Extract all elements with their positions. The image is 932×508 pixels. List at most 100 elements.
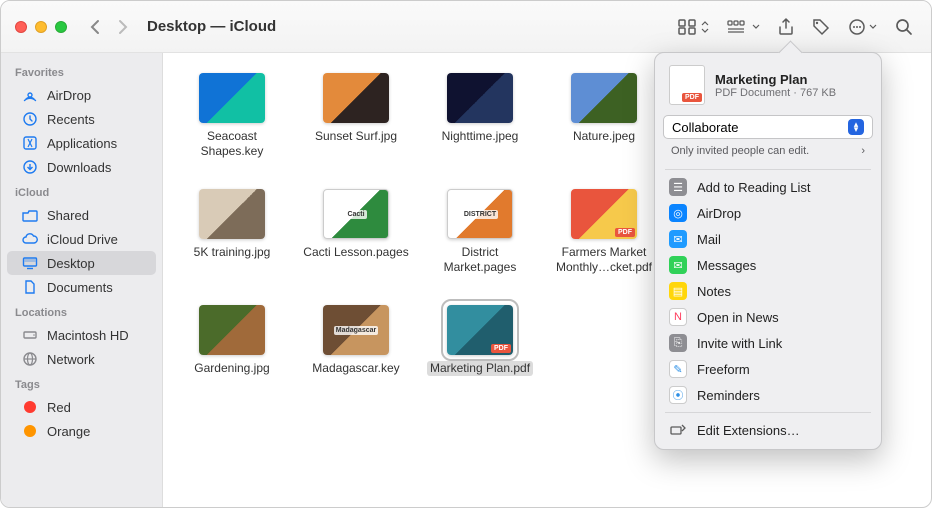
- share-app-icon: ⎘: [669, 334, 687, 352]
- tags-button[interactable]: [812, 18, 830, 36]
- file-name: Nature.jpeg: [573, 129, 635, 144]
- share-app-icon: ⦿: [669, 386, 687, 404]
- file-thumbnail: [571, 73, 637, 123]
- pdf-badge-icon: PDF: [615, 228, 635, 237]
- desktop-icon: [21, 254, 39, 272]
- more-button[interactable]: [848, 18, 877, 36]
- edit-extensions-item[interactable]: Edit Extensions…: [655, 417, 881, 443]
- tag-icon: [21, 398, 39, 416]
- sidebar-item-desktop[interactable]: Desktop: [7, 251, 156, 275]
- file-name: Sunset Surf.jpg: [315, 129, 397, 144]
- file-item[interactable]: DISTRICTDistrict Market.pages: [421, 189, 539, 275]
- file-name: Farmers Market Monthly…cket.pdf: [549, 245, 659, 275]
- divider: [665, 412, 871, 413]
- sidebar-item-recents[interactable]: Recents: [7, 107, 156, 131]
- share-target-mail[interactable]: ✉Mail: [655, 226, 881, 252]
- share-target-label: Notes: [697, 284, 731, 299]
- file-item[interactable]: Nature.jpeg: [545, 73, 663, 159]
- file-item[interactable]: Nighttime.jpeg: [421, 73, 539, 159]
- sidebar-item-icloud-drive[interactable]: iCloud Drive: [7, 227, 156, 251]
- nav-back-button[interactable]: [81, 15, 109, 39]
- share-app-icon: N: [669, 308, 687, 326]
- sidebar-item-label: Macintosh HD: [47, 328, 129, 343]
- permission-row[interactable]: Only invited people can edit. ›: [655, 139, 881, 165]
- sidebar-item-label: Downloads: [47, 160, 111, 175]
- sidebar-item-orange[interactable]: Orange: [7, 419, 156, 443]
- file-thumbnail: PDF: [571, 189, 637, 239]
- sidebar-item-documents[interactable]: Documents: [7, 275, 156, 299]
- share-target-add-to-reading-list[interactable]: ☰Add to Reading List: [655, 174, 881, 200]
- file-item[interactable]: Sunset Surf.jpg: [297, 73, 415, 159]
- maximize-button[interactable]: [55, 21, 67, 33]
- file-thumbnail: Madagascar: [323, 305, 389, 355]
- search-button[interactable]: [895, 18, 913, 36]
- sidebar-item-downloads[interactable]: Downloads: [7, 155, 156, 179]
- share-target-label: Open in News: [697, 310, 779, 325]
- file-item[interactable]: 5K training.jpg: [173, 189, 291, 275]
- share-target-label: Reminders: [697, 388, 760, 403]
- share-target-invite-with-link[interactable]: ⎘Invite with Link: [655, 330, 881, 356]
- share-app-icon: ◎: [669, 204, 687, 222]
- collaborate-select[interactable]: Collaborate ▴▾: [663, 115, 873, 139]
- file-item[interactable]: PDFMarketing Plan.pdf: [421, 305, 539, 376]
- cloud-icon: [21, 230, 39, 248]
- file-name: Seacoast Shapes.key: [177, 129, 287, 159]
- share-target-messages[interactable]: ✉Messages: [655, 252, 881, 278]
- airdrop-icon: [21, 86, 39, 104]
- app-icon: [21, 134, 39, 152]
- share-app-icon: ✉: [669, 256, 687, 274]
- sidebar-item-label: AirDrop: [47, 88, 91, 103]
- collaborate-label: Collaborate: [672, 120, 739, 135]
- traffic-lights: [1, 21, 81, 33]
- share-target-airdrop[interactable]: ◎ AirDrop: [655, 200, 881, 226]
- close-button[interactable]: [15, 21, 27, 33]
- sidebar-section-header: Favorites: [1, 59, 162, 83]
- group-button[interactable]: [727, 19, 760, 35]
- sidebar-item-shared[interactable]: Shared: [7, 203, 156, 227]
- file-thumbnail: PDF: [447, 305, 513, 355]
- sidebar-item-airdrop[interactable]: AirDrop: [7, 83, 156, 107]
- share-target-freeform[interactable]: ✎Freeform: [655, 356, 881, 382]
- file-item[interactable]: Seacoast Shapes.key: [173, 73, 291, 159]
- sidebar: Favorites AirDrop RecentsApplications Downl…: [1, 53, 163, 507]
- hd-icon: [21, 326, 39, 344]
- file-name: Nighttime.jpeg: [442, 129, 519, 144]
- extensions-icon: [669, 421, 687, 439]
- pdf-badge-icon: PDF: [682, 93, 702, 102]
- share-app-icon: ✎: [669, 360, 687, 378]
- sidebar-item-red[interactable]: Red: [7, 395, 156, 419]
- share-target-open-in-news[interactable]: N Open in News: [655, 304, 881, 330]
- sidebar-item-label: Documents: [47, 280, 113, 295]
- share-target-notes[interactable]: ▤ Notes: [655, 278, 881, 304]
- share-app-icon: ▤: [669, 282, 687, 300]
- sidebar-item-applications[interactable]: Applications: [7, 131, 156, 155]
- file-name: Gardening.jpg: [194, 361, 269, 376]
- file-name: Madagascar.key: [312, 361, 399, 376]
- sidebar-item-macintosh-hd[interactable]: Macintosh HD: [7, 323, 156, 347]
- sidebar-section-header: iCloud: [1, 179, 162, 203]
- minimize-button[interactable]: [35, 21, 47, 33]
- share-file-thumb: PDF: [669, 65, 705, 105]
- finder-window: Desktop — iCloud: [0, 0, 932, 508]
- sidebar-item-label: Orange: [47, 424, 90, 439]
- shared-icon: [21, 206, 39, 224]
- sidebar-item-network[interactable]: Network: [7, 347, 156, 371]
- file-thumbnail: [199, 189, 265, 239]
- share-target-reminders[interactable]: ⦿ Reminders: [655, 382, 881, 408]
- file-item[interactable]: CactiCacti Lesson.pages: [297, 189, 415, 275]
- share-popover: PDF Marketing Plan PDF Document · 767 KB…: [654, 52, 882, 450]
- sidebar-item-label: Red: [47, 400, 71, 415]
- share-button[interactable]: [778, 18, 794, 36]
- file-item[interactable]: PDF Farmers Market Monthly…cket.pdf: [545, 189, 663, 275]
- download-icon: [21, 158, 39, 176]
- file-item[interactable]: Madagascar Madagascar.key: [297, 305, 415, 376]
- file-item[interactable]: Gardening.jpg: [173, 305, 291, 376]
- file-name: 5K training.jpg: [194, 245, 271, 260]
- nav-forward-button[interactable]: [109, 15, 137, 39]
- clock-icon: [21, 110, 39, 128]
- file-thumbnail: [323, 73, 389, 123]
- view-mode-button[interactable]: [678, 19, 709, 35]
- share-target-label: AirDrop: [697, 206, 741, 221]
- sidebar-section-header: Locations: [1, 299, 162, 323]
- share-target-label: Mail: [697, 232, 721, 247]
